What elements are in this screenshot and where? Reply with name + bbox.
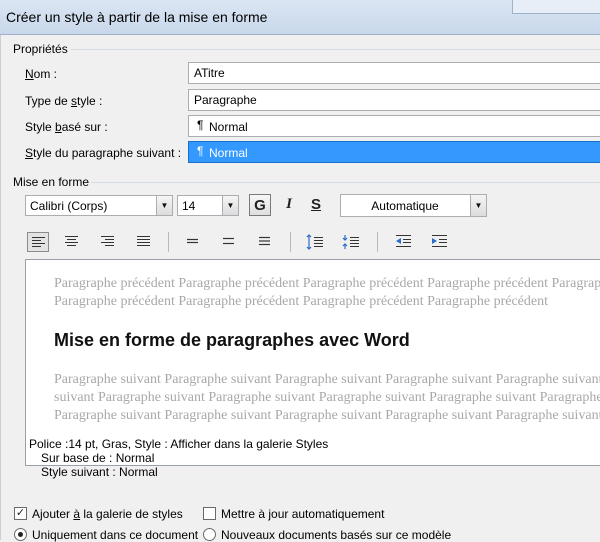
add-to-gallery-label: Ajouter à la galerie de styles [32,507,183,521]
decrease-paragraph-spacing-icon[interactable] [339,232,361,252]
style-description-line: Style suivant : Normal [41,465,158,479]
font-size-value: 14 [182,199,196,213]
one-half-spacing-icon[interactable] [218,232,240,252]
single-spacing-icon[interactable] [182,232,204,252]
preview-next-paragraph-line: Paragraphe suivant Paragraphe suivant Pa… [54,408,600,423]
preview-next-paragraph-line: Paragraphe suivant Paragraphe suivant Pa… [54,372,600,387]
bold-button[interactable]: G [249,194,271,216]
increase-indent-icon[interactable] [428,232,450,252]
style-type-select[interactable]: Paragraphe [188,89,600,111]
formatting-divider [91,182,600,183]
style-description-line: Sur base de : Normal [41,451,155,465]
chevron-down-icon[interactable]: ▼ [222,196,238,215]
radio-selected-dot [18,532,23,537]
align-center-icon[interactable] [61,232,83,252]
double-spacing-icon[interactable] [254,232,276,252]
dialog-body: Propriétés Nom : ATitre Type de style : … [0,35,600,542]
font-color-select[interactable]: Automatique ▼ [340,194,487,217]
toolbar-separator [377,232,378,252]
name-input[interactable]: ATitre [188,62,600,84]
title-bar: Créer un style à partir de la mise en fo… [0,0,600,35]
toolbar-separator [168,232,169,252]
name-label-text: om : [33,67,58,81]
based-on-label: Style basé sur : [25,120,108,134]
align-left-icon[interactable] [27,232,49,252]
add-to-gallery-label-pre: Ajouter [32,507,74,521]
only-this-document-radio[interactable] [14,528,27,541]
add-to-gallery-checkbox[interactable]: ✓ [14,507,27,520]
name-label: Nom : [25,67,57,81]
dialog-title: Créer un style à partir de la mise en fo… [6,9,268,25]
next-style-select[interactable]: ¶ Normal [188,141,600,163]
formatting-section-label: Mise en forme [13,175,90,189]
font-color-value: Automatique [371,199,439,213]
preview-next-paragraph-line: suivant Paragraphe suivant Paragraphe su… [54,390,600,405]
new-documents-radio[interactable] [203,528,216,541]
auto-update-label: Mettre à jour automatiquement [221,507,384,521]
auto-update-label-pre: Mettre à [221,507,269,521]
chevron-down-icon[interactable]: ▼ [470,195,486,216]
italic-button[interactable]: I [278,194,300,216]
based-on-label-pre: Style [25,120,56,134]
font-value: Calibri (Corps) [30,199,108,213]
next-style-label: Style du paragraphe suivant : [25,146,181,160]
increase-paragraph-spacing-icon[interactable] [303,232,325,252]
background-window-fragment [512,0,600,14]
style-type-label-post: tyle : [77,94,103,108]
based-on-label-post: asé sur : [61,120,108,134]
based-on-label-access-key: b [55,120,62,134]
chevron-down-icon[interactable]: ▼ [156,196,172,215]
auto-update-checkbox[interactable] [203,507,216,520]
justify-icon[interactable] [133,232,155,252]
decrease-indent-icon[interactable] [392,232,414,252]
properties-divider [71,49,600,50]
font-size-select[interactable]: 14 ▼ [177,195,239,216]
pilcrow-icon: ¶ [197,118,204,132]
next-style-label-text: tyle du paragraphe suivant : [33,146,182,160]
underline-button[interactable]: S [305,194,327,216]
pilcrow-icon: ¶ [197,144,204,158]
font-select[interactable]: Calibri (Corps) ▼ [25,195,173,216]
name-label-access-key: N [25,67,34,81]
style-preview: Paragraphe précédent Paragraphe précéden… [25,259,600,466]
style-type-label-pre: Type de [25,94,72,108]
based-on-select[interactable]: ¶ Normal [188,115,600,137]
next-style-label-access-key: S [25,146,34,160]
properties-section-label: Propriétés [13,42,68,56]
next-style-value: Normal [209,146,248,160]
toolbar-separator [290,232,291,252]
align-right-icon[interactable] [97,232,119,252]
style-type-label: Type de style : [25,94,102,108]
style-description-line: Police :14 pt, Gras, Style : Afficher da… [29,437,329,451]
preview-previous-paragraph-line: Paragraphe précédent Paragraphe précéden… [54,294,548,309]
auto-update-label-post: our automatiquement [271,507,385,521]
preview-heading: Mise en forme de paragraphes avec Word [54,330,410,350]
based-on-value: Normal [209,120,248,134]
add-to-gallery-label-post: la galerie de styles [80,507,183,521]
preview-previous-paragraph-line: Paragraphe précédent Paragraphe précéden… [54,276,600,291]
